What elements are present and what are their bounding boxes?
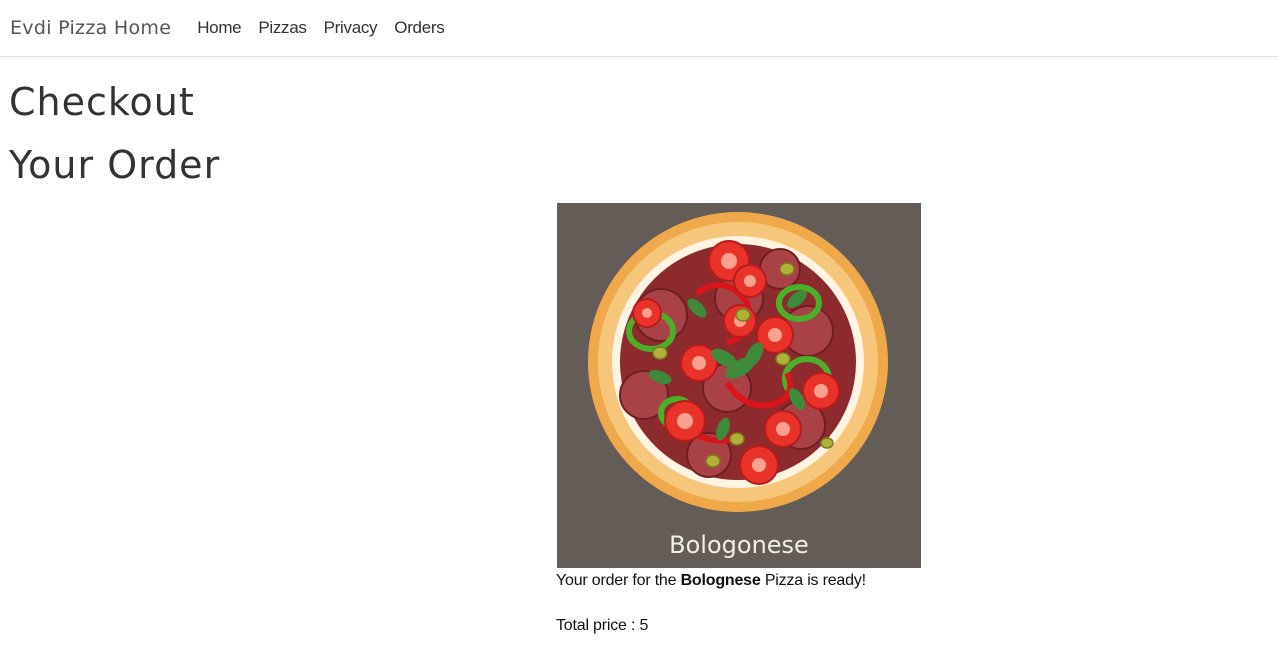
pizza-image-caption: Bologonese <box>669 531 809 559</box>
order-text-after: Pizza is ready! <box>760 572 866 589</box>
nav-link-home[interactable]: Home <box>197 18 241 38</box>
order-text-before: Your order for the <box>556 572 681 589</box>
order-status-text: Your order for the Bolognese Pizza is re… <box>556 570 866 592</box>
nav-links: Home Pizzas Privacy Orders <box>197 18 461 38</box>
top-navbar: Evdi Pizza Home Home Pizzas Privacy Orde… <box>0 0 1278 57</box>
pizza-image: Bologonese <box>557 203 921 568</box>
page-title: Checkout <box>9 80 195 124</box>
order-pizza-name: Bolognese <box>680 572 761 589</box>
total-price: Total price : 5 <box>556 615 648 637</box>
nav-link-orders[interactable]: Orders <box>394 18 444 38</box>
nav-link-pizzas[interactable]: Pizzas <box>258 18 307 38</box>
price-value: 5 <box>639 617 649 634</box>
page-subtitle: Your Order <box>9 143 221 187</box>
price-label: Total price : <box>556 617 640 634</box>
nav-link-privacy[interactable]: Privacy <box>324 18 378 38</box>
brand-link[interactable]: Evdi Pizza Home <box>10 17 171 39</box>
